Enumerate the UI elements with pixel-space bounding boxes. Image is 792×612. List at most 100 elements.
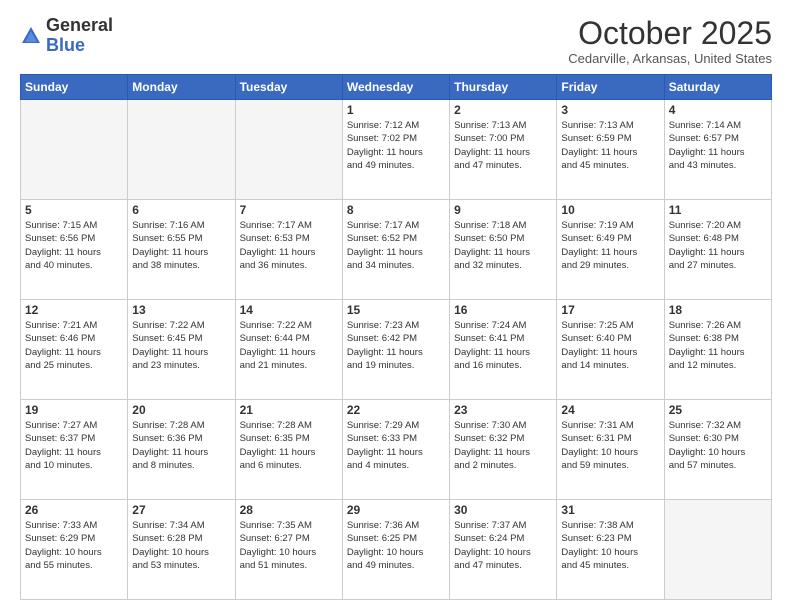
day-number: 8 (347, 203, 445, 217)
day-number: 17 (561, 303, 659, 317)
calendar-cell: 20 Sunrise: 7:28 AM Sunset: 6:36 PM Dayli… (128, 400, 235, 500)
day-info: Sunrise: 7:34 AM Sunset: 6:28 PM Dayligh… (132, 519, 230, 572)
day-info: Sunrise: 7:19 AM Sunset: 6:49 PM Dayligh… (561, 219, 659, 272)
calendar-cell: 26Sunrise: 7:33 AM Sunset: 6:29 PM Dayli… (21, 500, 128, 600)
day-number: 5 (25, 203, 123, 217)
calendar-cell: 9 Sunrise: 7:18 AM Sunset: 6:50 PM Daylig… (450, 200, 557, 300)
day-info: Sunrise: 7:32 AM Sunset: 6:30 PM Dayligh… (669, 419, 767, 472)
day-number: 10 (561, 203, 659, 217)
calendar-header-wednesday: Wednesday (342, 75, 449, 100)
calendar-cell: 31 Sunrise: 7:38 AM Sunset: 6:23 PM Dayli… (557, 500, 664, 600)
logo-text: General Blue (46, 16, 113, 56)
title-area: October 2025 Cedarville, Arkansas, Unite… (568, 16, 772, 66)
day-info: Sunrise: 7:37 AM Sunset: 6:24 PM Dayligh… (454, 519, 552, 572)
calendar-cell: 19 Sunrise: 7:27 AM Sunset: 6:37 PM Dayli… (21, 400, 128, 500)
day-info: Sunrise: 7:24 AM Sunset: 6:41 PM Dayligh… (454, 319, 552, 372)
day-number: 7 (240, 203, 338, 217)
calendar-cell: 28 Sunrise: 7:35 AM Sunset: 6:27 PM Dayli… (235, 500, 342, 600)
day-info: Sunrise: 7:21 AM Sunset: 6:46 PM Dayligh… (25, 319, 123, 372)
day-number: 29 (347, 503, 445, 517)
day-info: Sunrise: 7:22 AM Sunset: 6:45 PM Dayligh… (132, 319, 230, 372)
day-info: Sunrise: 7:17 AM Sunset: 6:52 PM Dayligh… (347, 219, 445, 272)
logo-blue-text: Blue (46, 36, 113, 56)
day-number: 19 (25, 403, 123, 417)
calendar-cell: 24 Sunrise: 7:31 AM Sunset: 6:31 PM Dayli… (557, 400, 664, 500)
calendar-cell (128, 100, 235, 200)
day-number: 23 (454, 403, 552, 417)
calendar-cell: 27Sunrise: 7:34 AM Sunset: 6:28 PM Dayli… (128, 500, 235, 600)
calendar-cell: 29 Sunrise: 7:36 AM Sunset: 6:25 PM Dayli… (342, 500, 449, 600)
day-info: Sunrise: 7:16 AM Sunset: 6:55 PM Dayligh… (132, 219, 230, 272)
calendar-cell: 1Sunrise: 7:12 AM Sunset: 7:02 PM Daylig… (342, 100, 449, 200)
calendar-cell: 5 Sunrise: 7:15 AM Sunset: 6:56 PM Daylig… (21, 200, 128, 300)
day-info: Sunrise: 7:13 AM Sunset: 7:00 PM Dayligh… (454, 119, 552, 172)
calendar-header-sunday: Sunday (21, 75, 128, 100)
day-info: Sunrise: 7:22 AM Sunset: 6:44 PM Dayligh… (240, 319, 338, 372)
day-info: Sunrise: 7:31 AM Sunset: 6:31 PM Dayligh… (561, 419, 659, 472)
day-number: 20 (132, 403, 230, 417)
day-number: 6 (132, 203, 230, 217)
day-info: Sunrise: 7:38 AM Sunset: 6:23 PM Dayligh… (561, 519, 659, 572)
calendar-cell: 12 Sunrise: 7:21 AM Sunset: 6:46 PM Dayli… (21, 300, 128, 400)
calendar-cell (664, 500, 771, 600)
day-number: 14 (240, 303, 338, 317)
day-info: Sunrise: 7:26 AM Sunset: 6:38 PM Dayligh… (669, 319, 767, 372)
calendar-cell: 2 Sunrise: 7:13 AM Sunset: 7:00 PM Daylig… (450, 100, 557, 200)
calendar-cell: 25Sunrise: 7:32 AM Sunset: 6:30 PM Dayli… (664, 400, 771, 500)
day-number: 13 (132, 303, 230, 317)
calendar-cell: 18 Sunrise: 7:26 AM Sunset: 6:38 PM Dayli… (664, 300, 771, 400)
calendar-cell: 6 Sunrise: 7:16 AM Sunset: 6:55 PM Daylig… (128, 200, 235, 300)
calendar-week-2: 5 Sunrise: 7:15 AM Sunset: 6:56 PM Daylig… (21, 200, 772, 300)
day-number: 12 (25, 303, 123, 317)
calendar-cell (235, 100, 342, 200)
day-number: 2 (454, 103, 552, 117)
calendar-week-1: 1Sunrise: 7:12 AM Sunset: 7:02 PM Daylig… (21, 100, 772, 200)
day-number: 3 (561, 103, 659, 117)
day-info: Sunrise: 7:36 AM Sunset: 6:25 PM Dayligh… (347, 519, 445, 572)
day-info: Sunrise: 7:28 AM Sunset: 6:35 PM Dayligh… (240, 419, 338, 472)
day-info: Sunrise: 7:18 AM Sunset: 6:50 PM Dayligh… (454, 219, 552, 272)
day-number: 31 (561, 503, 659, 517)
day-info: Sunrise: 7:15 AM Sunset: 6:56 PM Dayligh… (25, 219, 123, 272)
calendar-cell: 17Sunrise: 7:25 AM Sunset: 6:40 PM Dayli… (557, 300, 664, 400)
day-number: 26 (25, 503, 123, 517)
header: General Blue October 2025 Cedarville, Ar… (20, 16, 772, 66)
day-number: 15 (347, 303, 445, 317)
calendar-week-4: 19 Sunrise: 7:27 AM Sunset: 6:37 PM Dayli… (21, 400, 772, 500)
day-info: Sunrise: 7:14 AM Sunset: 6:57 PM Dayligh… (669, 119, 767, 172)
day-number: 16 (454, 303, 552, 317)
day-number: 18 (669, 303, 767, 317)
calendar-cell (21, 100, 128, 200)
calendar-cell: 16 Sunrise: 7:24 AM Sunset: 6:41 PM Dayli… (450, 300, 557, 400)
day-info: Sunrise: 7:28 AM Sunset: 6:36 PM Dayligh… (132, 419, 230, 472)
page: General Blue October 2025 Cedarville, Ar… (0, 0, 792, 612)
calendar-cell: 21Sunrise: 7:28 AM Sunset: 6:35 PM Dayli… (235, 400, 342, 500)
day-number: 28 (240, 503, 338, 517)
calendar-cell: 13 Sunrise: 7:22 AM Sunset: 6:45 PM Dayli… (128, 300, 235, 400)
calendar-cell: 10 Sunrise: 7:19 AM Sunset: 6:49 PM Dayli… (557, 200, 664, 300)
day-number: 9 (454, 203, 552, 217)
day-info: Sunrise: 7:30 AM Sunset: 6:32 PM Dayligh… (454, 419, 552, 472)
day-number: 1 (347, 103, 445, 117)
calendar-header-monday: Monday (128, 75, 235, 100)
day-number: 30 (454, 503, 552, 517)
calendar-cell: 23 Sunrise: 7:30 AM Sunset: 6:32 PM Dayli… (450, 400, 557, 500)
day-number: 11 (669, 203, 767, 217)
calendar-header-row: SundayMondayTuesdayWednesdayThursdayFrid… (21, 75, 772, 100)
calendar-header-saturday: Saturday (664, 75, 771, 100)
logo-general-text: General (46, 16, 113, 36)
calendar-table: SundayMondayTuesdayWednesdayThursdayFrid… (20, 74, 772, 600)
day-info: Sunrise: 7:17 AM Sunset: 6:53 PM Dayligh… (240, 219, 338, 272)
calendar-cell: 22Sunrise: 7:29 AM Sunset: 6:33 PM Dayli… (342, 400, 449, 500)
calendar-header-thursday: Thursday (450, 75, 557, 100)
calendar-cell: 7 Sunrise: 7:17 AM Sunset: 6:53 PM Daylig… (235, 200, 342, 300)
calendar-cell: 4 Sunrise: 7:14 AM Sunset: 6:57 PM Daylig… (664, 100, 771, 200)
day-info: Sunrise: 7:35 AM Sunset: 6:27 PM Dayligh… (240, 519, 338, 572)
calendar-cell: 15Sunrise: 7:23 AM Sunset: 6:42 PM Dayli… (342, 300, 449, 400)
day-info: Sunrise: 7:27 AM Sunset: 6:37 PM Dayligh… (25, 419, 123, 472)
location: Cedarville, Arkansas, United States (568, 51, 772, 66)
calendar-cell: 8 Sunrise: 7:17 AM Sunset: 6:52 PM Daylig… (342, 200, 449, 300)
day-number: 4 (669, 103, 767, 117)
calendar-week-5: 26Sunrise: 7:33 AM Sunset: 6:29 PM Dayli… (21, 500, 772, 600)
day-number: 24 (561, 403, 659, 417)
